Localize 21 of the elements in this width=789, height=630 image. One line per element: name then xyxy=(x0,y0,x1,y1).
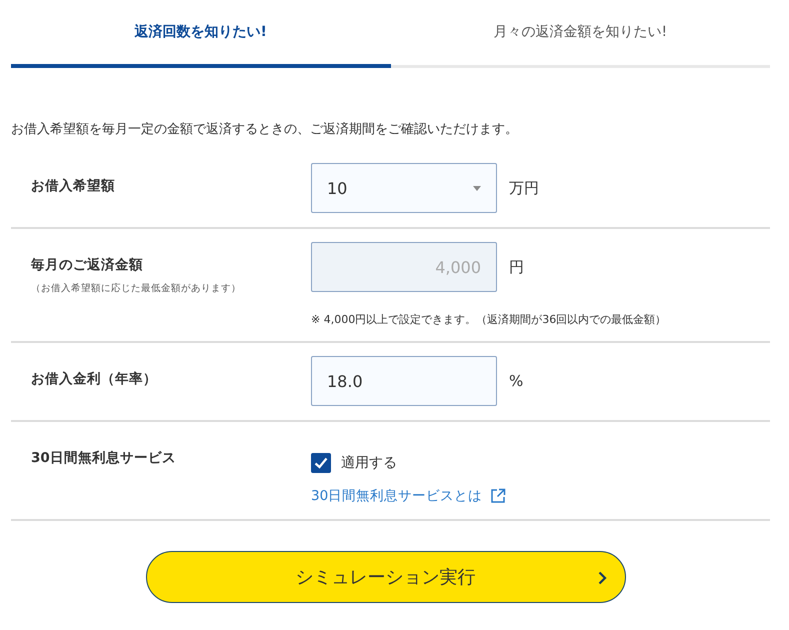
tab[interactable]: 返済回数を知りたい! xyxy=(11,0,390,68)
intro-text: お借入希望額を毎月一定の金額で返済するときの、ご返済期間をご確認いただけます。 xyxy=(11,121,519,138)
simulate-button[interactable]: シミュレーション実行 xyxy=(146,551,626,603)
chevron-right-icon xyxy=(598,571,606,585)
amount-dropdown[interactable]: 10 xyxy=(311,163,497,213)
info-link[interactable]: 30日間無利息サービスとは xyxy=(311,487,482,505)
unit-label: % xyxy=(509,372,524,390)
unit-label: 万円 xyxy=(509,178,539,198)
tab[interactable]: 月々の返済金額を知りたい! xyxy=(390,0,770,68)
field-label: お借入希望額 xyxy=(31,177,116,195)
checkbox[interactable] xyxy=(311,453,331,473)
external-link-icon xyxy=(490,488,506,504)
checkbox-label: 適用する xyxy=(341,454,397,472)
input-field[interactable]: 18.0 xyxy=(311,356,497,406)
field-note: （お借入希望額に応じた最低金額があります） xyxy=(31,282,242,295)
caret-icon xyxy=(473,186,481,190)
unit-label: 円 xyxy=(509,258,524,276)
field-label: 30日間無利息サービス xyxy=(31,449,177,467)
field-label: 毎月のご返済金額 xyxy=(31,256,144,274)
hint-text: ※ 4,000円以上で設定できます。（返済期間が36回以内での最低金額） xyxy=(311,312,668,327)
field-label: お借入金利（年率） xyxy=(31,370,158,388)
